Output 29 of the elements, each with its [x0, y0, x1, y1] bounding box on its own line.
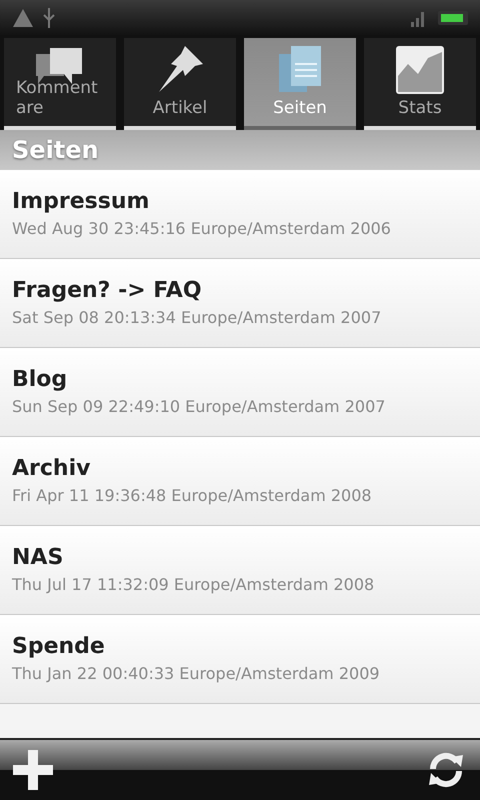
- tab[interactable]: Kommentare: [4, 38, 116, 130]
- page-row[interactable]: Blog Sun Sep 09 22:49:10 Europe/Amsterdam 2007: [0, 348, 480, 437]
- plus-icon: [13, 750, 53, 790]
- page-title: Fragen? -> FAQ: [12, 278, 203, 304]
- page-date: Sun Sep 09 22:49:10 Europe/Amsterdam 2007: [12, 397, 386, 417]
- documents-icon: [277, 44, 323, 94]
- page-row[interactable]: NAS Thu Jul 17 11:32:09 Europe/Amsterdam 2008: [0, 526, 480, 615]
- section-header: Seiten: [0, 130, 480, 170]
- line-chart-icon: [396, 46, 444, 94]
- tab[interactable]: Artikel: [124, 38, 236, 130]
- page-row[interactable]: Impressum Wed Aug 30 23:45:16 Europe/Amsterdam 2006: [0, 170, 480, 259]
- page-row[interactable]: Archiv Fri Apr 11 19:36:48 Europe/Amsterdam 2008: [0, 437, 480, 526]
- page-date: Thu Jul 17 11:32:09 Europe/Amsterdam 2008: [12, 575, 376, 595]
- page-title: Impressum: [12, 189, 150, 215]
- add-button[interactable]: [12, 749, 54, 791]
- page-date: Fri Apr 11 19:36:48 Europe/Amsterdam 2008: [12, 486, 373, 506]
- tab[interactable]: Stats: [364, 38, 476, 130]
- page-title: Archiv: [12, 456, 92, 482]
- page-date: Thu Jan 22 00:40:33 Europe/Amsterdam 2009: [12, 664, 381, 684]
- page-title: NAS: [12, 545, 64, 571]
- page-title: Blog: [12, 367, 68, 393]
- page-row[interactable]: Spende Thu Jan 22 00:40:33 Europe/Amsterdam 2009: [0, 615, 480, 704]
- page-row[interactable]: Fragen? -> FAQ Sat Sep 08 20:13:34 Europe/Amsterdam 2007: [0, 259, 480, 348]
- page-title: Spende: [12, 634, 106, 660]
- page-date: Sat Sep 08 20:13:34 Europe/Amsterdam 2007: [12, 308, 382, 328]
- usb-icon: [42, 7, 56, 29]
- warning-icon: [12, 7, 34, 29]
- battery-icon: [438, 11, 468, 25]
- page-date: Wed Aug 30 23:45:16 Europe/Amsterdam 2006: [12, 219, 392, 239]
